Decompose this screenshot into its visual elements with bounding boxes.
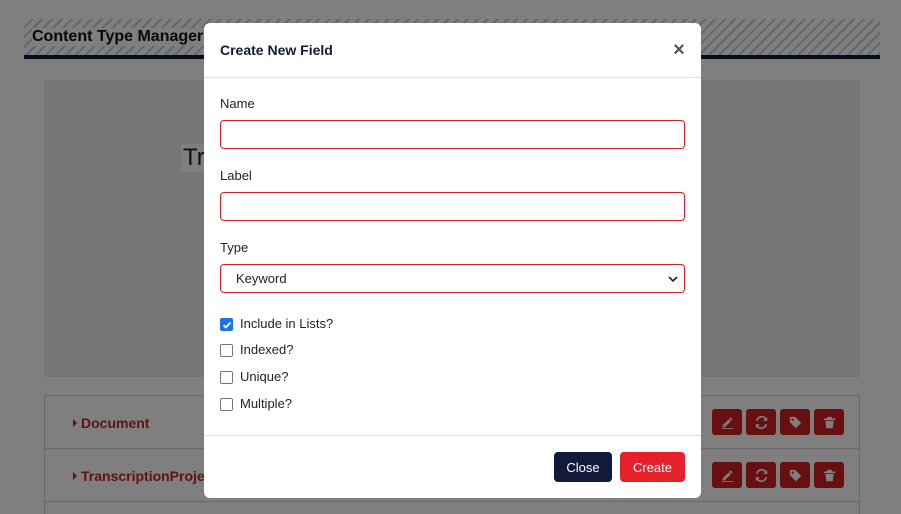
include-in-lists-checkbox[interactable] <box>220 318 233 331</box>
unique-option[interactable]: Unique? <box>220 364 685 391</box>
modal-body: Name Label Type Keyword Include in Lists… <box>204 78 701 418</box>
create-field-modal: Create New Field × Name Label Type Keywo… <box>204 23 701 498</box>
indexed-checkbox[interactable] <box>220 344 233 357</box>
type-label: Type <box>220 240 249 255</box>
name-input[interactable] <box>220 120 685 149</box>
indexed-option[interactable]: Indexed? <box>220 337 685 364</box>
type-select[interactable]: Keyword <box>220 264 685 293</box>
label-input[interactable] <box>220 192 685 221</box>
checkbox-group: Include in Lists? Indexed? Unique? Multi… <box>220 312 685 418</box>
label-label: Label <box>220 168 252 183</box>
include-in-lists-label: Include in Lists? <box>240 316 334 331</box>
close-button[interactable]: Close <box>554 452 612 482</box>
chevron-down-icon <box>668 276 678 283</box>
modal-footer: Close Create <box>204 435 701 498</box>
create-button[interactable]: Create <box>620 452 685 482</box>
checkmark-icon <box>222 321 231 329</box>
type-select-value: Keyword <box>236 271 287 286</box>
include-in-lists-option[interactable]: Include in Lists? <box>220 312 685 337</box>
modal-header: Create New Field × <box>204 23 701 78</box>
modal-title: Create New Field <box>220 42 333 58</box>
multiple-option[interactable]: Multiple? <box>220 391 685 418</box>
close-icon[interactable]: × <box>672 40 686 60</box>
name-label: Name <box>220 96 255 111</box>
unique-checkbox[interactable] <box>220 371 233 384</box>
unique-label: Unique? <box>240 369 289 384</box>
indexed-label: Indexed? <box>240 342 294 357</box>
multiple-checkbox[interactable] <box>220 398 233 411</box>
multiple-label: Multiple? <box>240 396 293 411</box>
